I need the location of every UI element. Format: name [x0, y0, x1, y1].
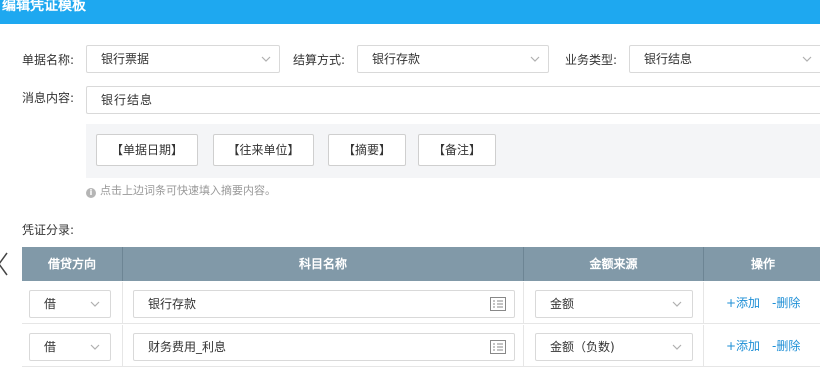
hint-text: 点击上边词条可快速填入摘要内容。 — [100, 184, 276, 197]
source-cell: 金额 — [523, 282, 703, 324]
tag-summary[interactable]: 【摘要】 — [328, 134, 406, 166]
add-row-button[interactable]: +添加 — [726, 325, 760, 367]
col-subject: 科目名称 — [122, 247, 523, 281]
direction-value: 借 — [44, 297, 57, 311]
subject-cell: 财务费用_利息 — [122, 325, 523, 367]
source-select[interactable]: 金额 — [535, 290, 693, 318]
source-value: 金额（负数) — [550, 340, 615, 354]
add-row-button[interactable]: +添加 — [726, 282, 760, 324]
tag-doc-date[interactable]: 【单据日期】 — [96, 134, 198, 166]
doc-name-select[interactable]: 银行票据 — [86, 45, 280, 73]
chevron-down-icon — [90, 301, 100, 307]
biz-type-value: 银行结息 — [644, 52, 693, 66]
entries-label: 凭证分录: — [22, 223, 75, 237]
doc-name-label: 单据名称: — [22, 53, 75, 67]
chevron-left-icon[interactable] — [0, 251, 9, 277]
chevron-down-icon — [802, 56, 812, 62]
entries-table-header: 借贷方向 科目名称 金额来源 操作 — [22, 247, 820, 281]
subject-value: 财务费用_利息 — [148, 340, 227, 354]
col-direction: 借贷方向 — [47, 257, 96, 271]
direction-cell: 借 — [22, 325, 122, 367]
delete-row-button[interactable]: -删除 — [772, 282, 800, 324]
source-value: 金额 — [550, 297, 575, 311]
actions-cell: +添加 -删除 — [703, 282, 820, 324]
list-icon[interactable] — [490, 297, 506, 311]
col-source: 金额来源 — [523, 247, 703, 281]
direction-select[interactable]: 借 — [29, 333, 111, 361]
biz-type-select[interactable]: 银行结息 — [629, 45, 820, 73]
settle-method-label: 结算方式: — [293, 53, 346, 67]
subject-value: 银行存款 — [148, 297, 197, 311]
actions-cell: +添加 -删除 — [703, 325, 820, 367]
table-row: 借 银行存款 金额 +添加 -删除 — [22, 282, 820, 324]
chevron-down-icon — [672, 344, 682, 350]
chevron-down-icon — [261, 56, 271, 62]
settle-method-value: 银行存款 — [372, 52, 421, 66]
message-label: 消息内容: — [22, 91, 75, 105]
list-icon[interactable] — [490, 340, 506, 354]
direction-cell: 借 — [22, 282, 122, 324]
doc-name-value: 银行票据 — [101, 52, 150, 66]
info-icon: i — [86, 188, 96, 198]
chevron-down-icon — [530, 56, 540, 62]
hint-text-row: i 点击上边词条可快速填入摘要内容。 — [86, 184, 276, 198]
source-select[interactable]: 金额（负数) — [535, 333, 693, 361]
tag-remark[interactable]: 【备注】 — [418, 134, 496, 166]
chevron-down-icon — [90, 344, 100, 350]
chevron-down-icon — [672, 301, 682, 307]
biz-type-label: 业务类型: — [565, 53, 618, 67]
dialog-header: 编辑凭证模板 — [0, 0, 820, 24]
message-input[interactable]: 银行结息 — [86, 86, 820, 114]
tag-counterparty[interactable]: 【往来单位】 — [213, 134, 314, 166]
subject-picker[interactable]: 财务费用_利息 — [133, 333, 515, 361]
delete-row-button[interactable]: -删除 — [772, 325, 800, 367]
dialog-title: 编辑凭证模板 — [2, 0, 86, 14]
table-row: 借 财务费用_利息 金额（负数) +添加 -删除 — [22, 325, 820, 367]
tag-panel: 【单据日期】 【往来单位】 【摘要】 【备注】 — [86, 124, 820, 178]
subject-cell: 银行存款 — [122, 282, 523, 324]
direction-value: 借 — [44, 340, 57, 354]
message-value: 银行结息 — [101, 93, 154, 107]
direction-select[interactable]: 借 — [29, 290, 111, 318]
source-cell: 金额（负数) — [523, 325, 703, 367]
col-actions: 操作 — [703, 247, 820, 281]
settle-method-select[interactable]: 银行存款 — [357, 45, 549, 73]
subject-picker[interactable]: 银行存款 — [133, 290, 515, 318]
